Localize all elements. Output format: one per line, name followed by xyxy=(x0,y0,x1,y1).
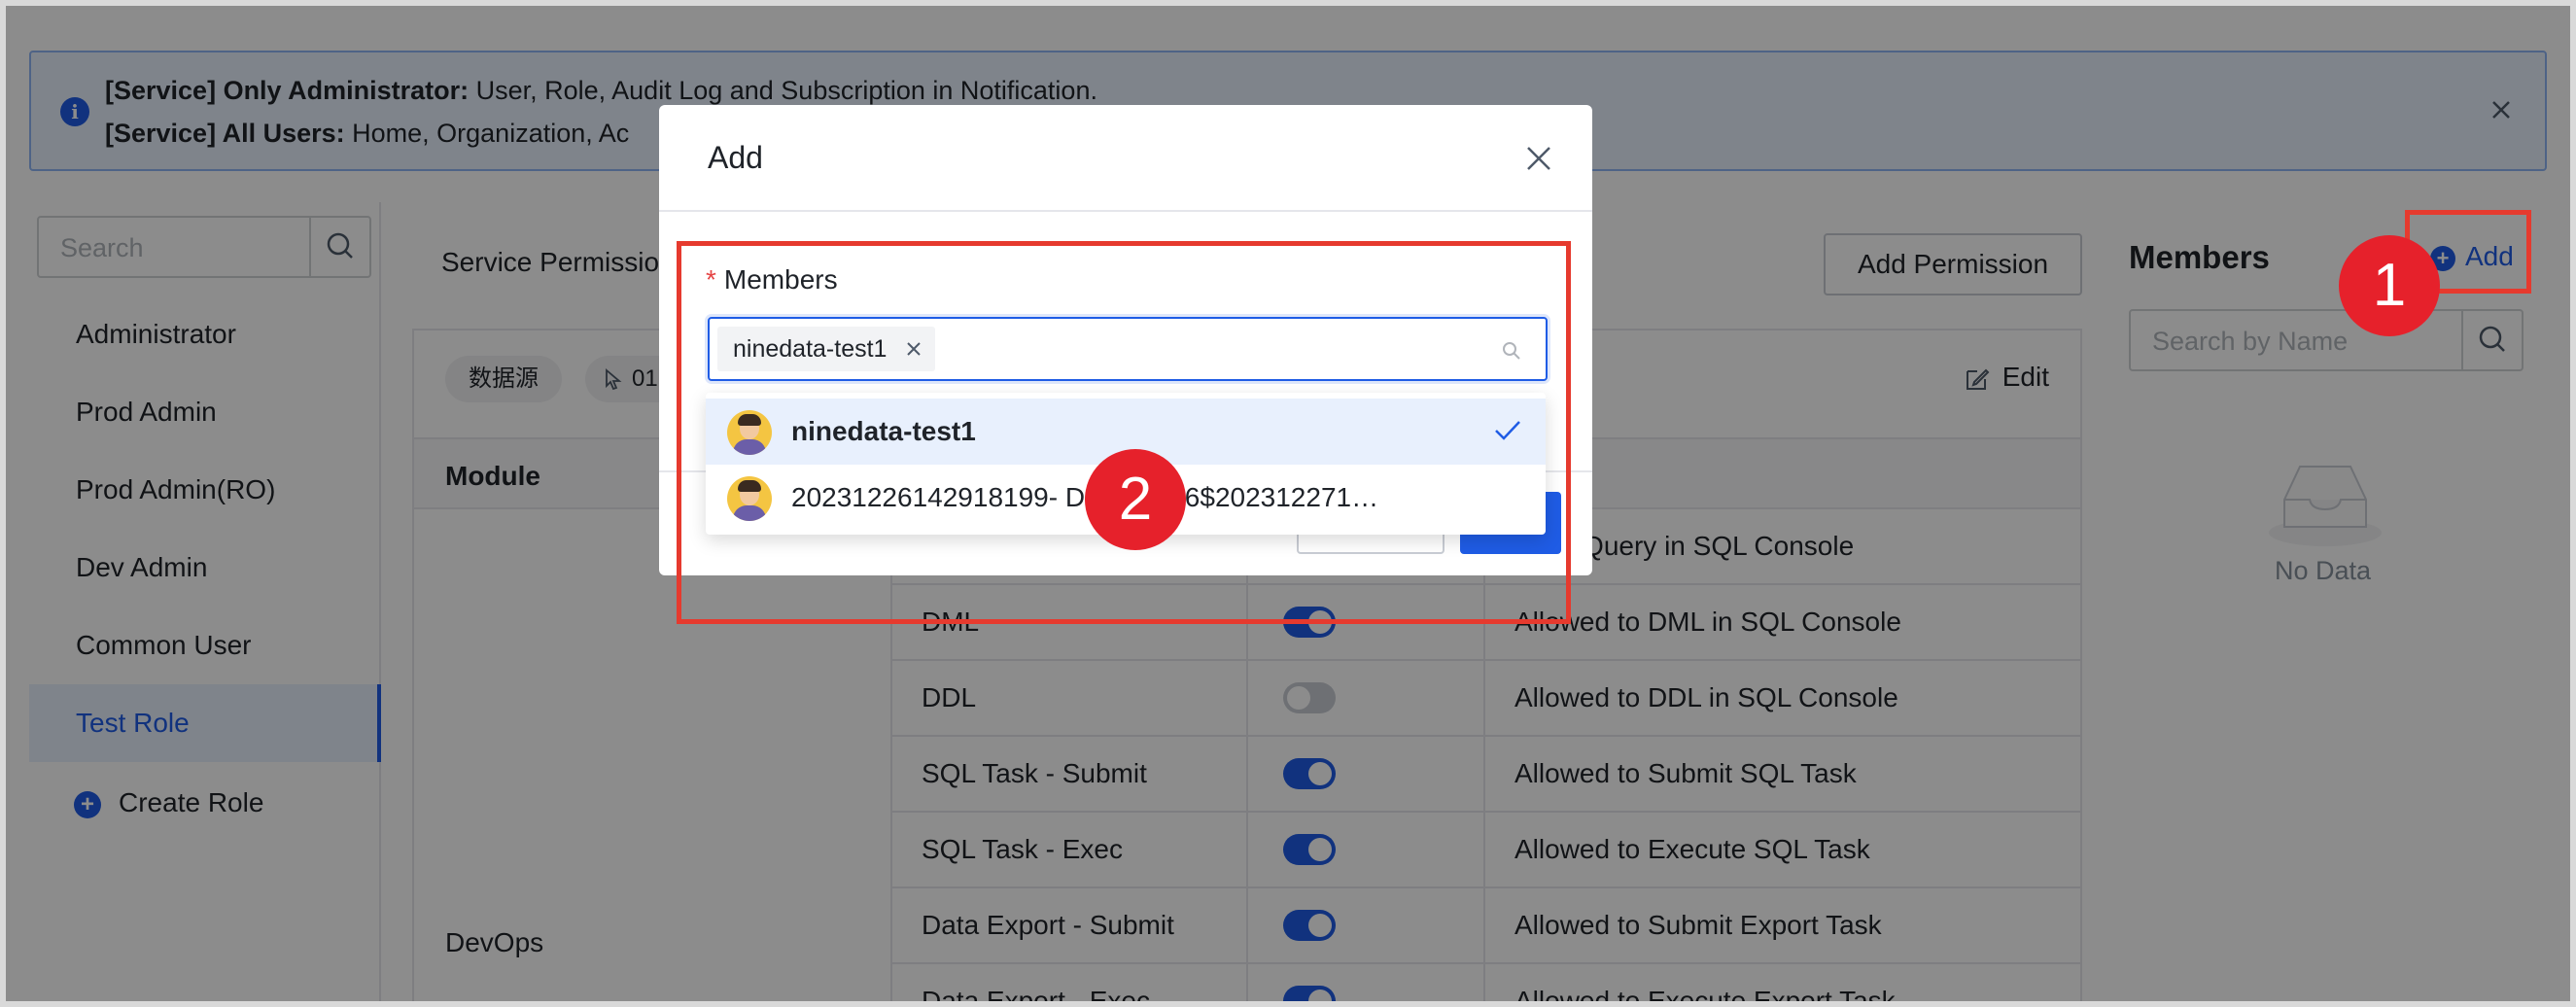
step-badge-1: 1 xyxy=(2339,235,2440,336)
close-icon[interactable] xyxy=(1524,144,1553,173)
modal-divider xyxy=(659,210,1592,212)
step-badge-2: 2 xyxy=(1085,449,1186,550)
highlight-box-members xyxy=(677,241,1571,624)
modal-title: Add xyxy=(708,140,763,175)
app-window: i [Service] Only Administrator: User, Ro… xyxy=(0,0,2576,1007)
